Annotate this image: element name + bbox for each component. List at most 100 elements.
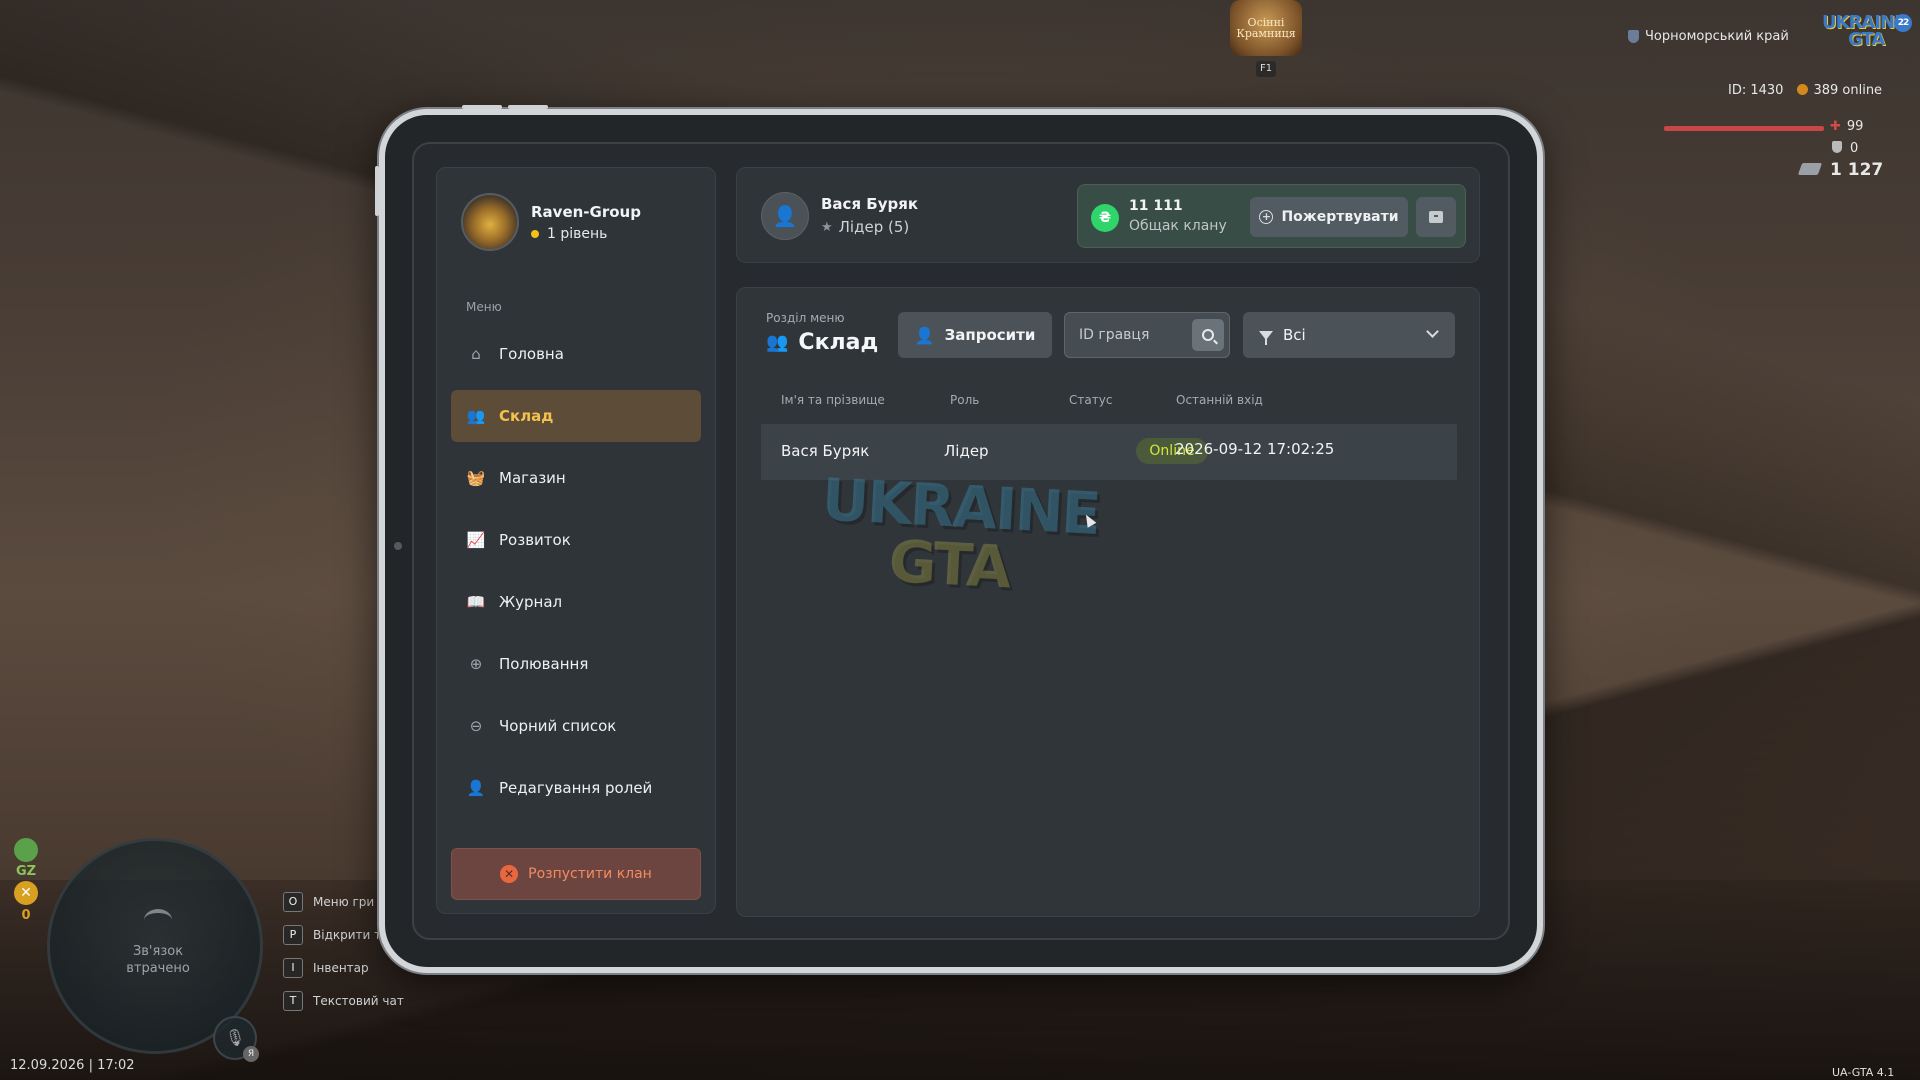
online-count: 389 online (1797, 83, 1882, 98)
section-caption: Розділ меню (766, 311, 845, 325)
keycap: O (283, 891, 303, 912)
sidebar-item-label: Магазин (499, 469, 566, 487)
chart-icon: 📈 (466, 531, 486, 549)
clan-balance-label: Общак клану (1129, 218, 1227, 234)
clan-level: 1 рівень (531, 226, 641, 242)
search-icon (1202, 329, 1214, 341)
sidebar-item-log[interactable]: 📖 Журнал (451, 576, 701, 628)
clan-avatar (461, 193, 519, 251)
archive-box-icon (1429, 211, 1443, 223)
tablet-button-top-1 (462, 105, 502, 109)
server-logo-text-2: GTA (1848, 29, 1885, 50)
people-icon: 👥 (766, 332, 789, 353)
player-id-search-input[interactable] (1065, 313, 1185, 357)
green-zone-icon (14, 838, 38, 862)
player-id: ID: 1430 (1728, 83, 1784, 98)
chevron-down-icon (1426, 325, 1439, 338)
sidebar-item-hunting[interactable]: ⊕ Полювання (451, 638, 701, 690)
menu-caption: Меню (466, 300, 502, 314)
player-id-online: ID: 1430 389 online (1728, 83, 1882, 98)
status-filter-select[interactable]: Всі (1243, 312, 1455, 358)
invite-button[interactable]: 👤 Запросити (898, 312, 1052, 358)
sidebar-item-label: Редагування ролей (499, 779, 653, 797)
search-button[interactable] (1192, 319, 1224, 351)
clan-balance-box: ₴ 11 111 Общак клану + Пожертвувати (1077, 184, 1466, 248)
storage-button[interactable] (1416, 197, 1456, 237)
member-last-login: 2026-09-12 17:02:25 (1175, 440, 1335, 458)
wanted-icon: ✕ (14, 881, 38, 905)
user-role: ★ Лідер (5) (821, 218, 909, 236)
health-value: 99 (1846, 119, 1864, 134)
wanted-level: 0 (21, 908, 31, 923)
sidebar-item-members[interactable]: 👥 Склад (451, 390, 701, 442)
user-name: Вася Буряк (821, 195, 919, 213)
donate-button[interactable]: + Пожертвувати (1250, 197, 1408, 237)
keyhint-label: Відкрити т (313, 927, 382, 942)
minimap-status-line-2: втрачено (126, 961, 190, 976)
close-icon: ✕ (500, 865, 519, 883)
sidebar-item-label: Журнал (499, 593, 563, 611)
sidebar-item-label: Склад (499, 407, 554, 425)
clan-balance-value: 11 111 (1129, 198, 1183, 214)
sidebar-item-home[interactable]: ⌂ Головна (451, 328, 701, 380)
filter-icon (1259, 330, 1273, 345)
clan-sidebar: Raven-Group 1 рівень Меню ⌂ Головна 👥 Ск… (436, 167, 716, 914)
money-value-wrap: 1 127 (1797, 160, 1883, 180)
clan-name: Raven-Group (531, 202, 641, 221)
tablet-camera (394, 542, 402, 550)
sidebar-item-blacklist[interactable]: ⊖ Чорний список (451, 700, 701, 752)
keyhint-item: I Інвентар (283, 951, 404, 984)
donate-label: Пожертвувати (1281, 209, 1399, 225)
green-zone-label: GZ (15, 864, 37, 879)
member-name: Вася Буряк (781, 442, 870, 460)
seasonal-shop-hud[interactable]: Осінні Крамниця F1 (1228, 0, 1304, 77)
health-bar (1664, 126, 1824, 131)
game-version: UA-GTA 4.1 (1832, 1066, 1895, 1079)
armor-shield-icon (1832, 141, 1842, 153)
armor-value-wrap: 0 (1832, 141, 1858, 156)
armor-value: 0 (1850, 141, 1859, 156)
online-count-text: 389 online (1813, 83, 1883, 98)
search-box (1064, 312, 1230, 358)
sidebar-item-edit-roles[interactable]: 👤 Редагування ролей (451, 762, 701, 814)
column-header-last-login: Останній вхід (1176, 393, 1263, 407)
sidebar-nav: ⌂ Головна 👥 Склад 🧺 Магазин 📈 Розвиток 📖 (451, 328, 701, 824)
column-header-role: Роль (950, 393, 980, 407)
f1-key-hint: F1 (1256, 61, 1276, 77)
hryvnia-coin-icon: ₴ (1091, 204, 1119, 232)
keycap: T (283, 990, 303, 1011)
sidebar-item-label: Чорний список (499, 717, 617, 735)
sidebar-item-development[interactable]: 📈 Розвиток (451, 514, 701, 566)
sidebar-item-label: Полювання (499, 655, 589, 673)
keyhint-label: Текстовий чат (313, 993, 404, 1008)
sidebar-item-label: Головна (499, 345, 564, 363)
minimap-status-line-1: Зв'язок (132, 944, 184, 959)
region-indicator: Чорноморський край (1628, 29, 1789, 44)
date-time: 12.09.2026 | 17:02 (10, 1058, 135, 1073)
star-icon: ★ (821, 219, 833, 235)
health-value-wrap: ✚ 99 (1830, 119, 1863, 134)
user-edit-icon: 👤 (466, 779, 486, 797)
book-icon: 📖 (466, 593, 486, 611)
region-name: Чорноморський край (1645, 29, 1789, 44)
sidebar-item-shop[interactable]: 🧺 Магазин (451, 452, 701, 504)
filter-value: Всі (1283, 326, 1306, 344)
tablet-button-side (375, 166, 379, 216)
voice-mic-button[interactable]: 🎙 Я (213, 1016, 259, 1062)
column-header-name: Ім'я та прізвище (781, 393, 885, 407)
keycap: P (283, 924, 303, 945)
online-dot-icon (1797, 84, 1809, 95)
column-header-status: Статус (1069, 393, 1113, 407)
members-panel: Розділ меню 👥 Склад 👤 Запросити Всі Ім' (736, 287, 1480, 917)
people-icon: 👥 (466, 407, 486, 425)
keyhint-label: Інвентар (313, 960, 369, 975)
disband-clan-button[interactable]: ✕ Розпустити клан (451, 848, 701, 900)
user-role-text: Лідер (5) (838, 218, 910, 236)
level-dot-icon (531, 229, 539, 238)
server-logo: UKRAINE GTA 22 (1822, 14, 1912, 58)
page-title: 👥 Склад (766, 330, 878, 355)
no-signal-icon (144, 909, 172, 931)
block-icon: ⊖ (469, 717, 483, 735)
keyhint-item: T Текстовий чат (283, 984, 404, 1017)
clan-header: Raven-Group 1 рівень (461, 193, 641, 251)
